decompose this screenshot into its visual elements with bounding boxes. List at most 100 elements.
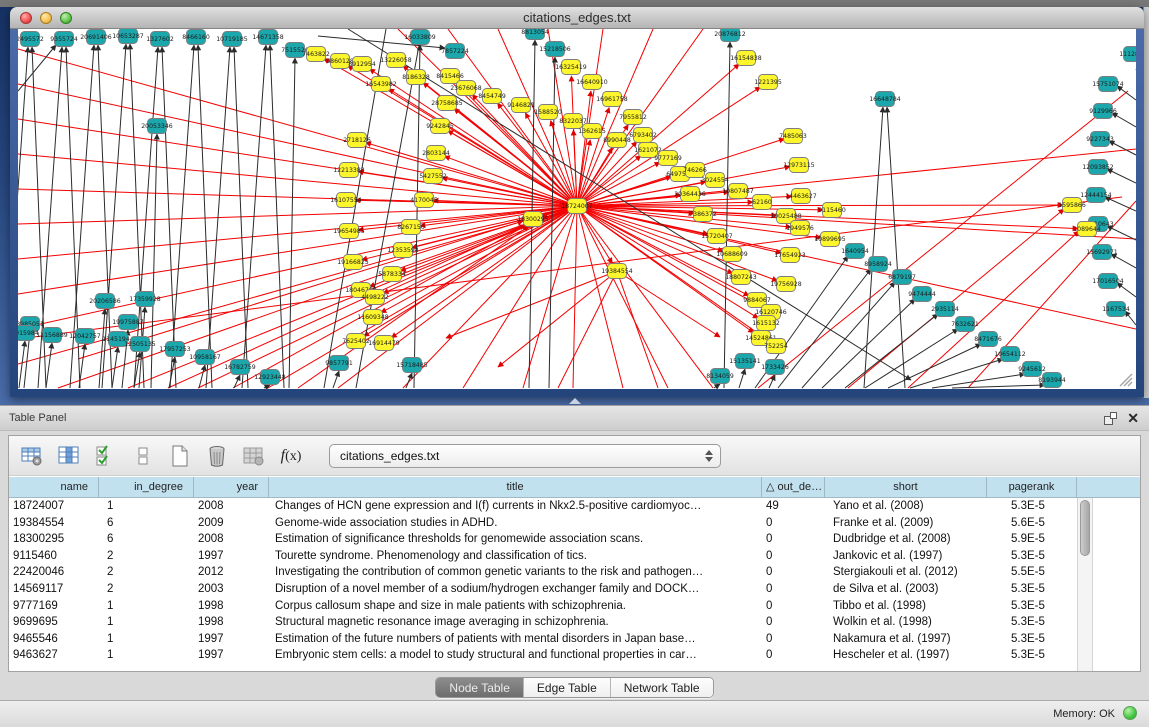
table-cell[interactable]: 5.5E-5 bbox=[987, 564, 1077, 581]
graph-node[interactable] bbox=[96, 294, 115, 309]
graph-node[interactable] bbox=[187, 30, 206, 45]
table-cell[interactable]: 0 bbox=[762, 631, 825, 648]
table-cell[interactable]: 1998 bbox=[194, 614, 269, 631]
table-cell[interactable]: Embryonic stem cells: a model to study s… bbox=[269, 647, 762, 664]
table-row[interactable]: 946362711997Embryonic stem cells: a mode… bbox=[9, 647, 1140, 664]
graph-node[interactable] bbox=[166, 342, 185, 357]
graph-node[interactable] bbox=[286, 43, 305, 58]
table-cell[interactable]: Jankovic et al. (1997) bbox=[825, 548, 987, 565]
graph-node[interactable] bbox=[109, 332, 128, 347]
graph-node[interactable] bbox=[564, 114, 583, 129]
column-header-outde[interactable]: △ out_de… bbox=[762, 477, 825, 497]
graph-node[interactable] bbox=[792, 189, 811, 204]
table-cell[interactable]: 5.6E-5 bbox=[987, 515, 1077, 532]
table-cell[interactable]: 9699695 bbox=[9, 614, 99, 631]
graph-node[interactable] bbox=[659, 151, 678, 166]
table-cell[interactable]: 5.3E-5 bbox=[987, 598, 1077, 615]
table-cell[interactable]: 9465546 bbox=[9, 631, 99, 648]
graph-node[interactable] bbox=[43, 328, 62, 343]
table-row[interactable]: 1456911722003Disruption of a novel membe… bbox=[9, 581, 1140, 598]
tab-edge-table[interactable]: Edge Table bbox=[523, 678, 610, 697]
graph-node[interactable] bbox=[259, 30, 278, 45]
graph-node[interactable] bbox=[407, 70, 426, 85]
graph-node[interactable] bbox=[781, 248, 800, 263]
graph-node[interactable] bbox=[483, 89, 502, 104]
table-cell[interactable]: 0 bbox=[762, 647, 825, 664]
table-cell[interactable]: 5.3E-5 bbox=[987, 548, 1077, 565]
table-cell[interactable]: 1997 bbox=[194, 647, 269, 664]
graph-node[interactable] bbox=[427, 146, 446, 161]
graph-node[interactable] bbox=[753, 195, 772, 210]
table-cell[interactable]: Yano et al. (2008) bbox=[825, 498, 987, 515]
graph-node[interactable] bbox=[87, 30, 106, 45]
network-canvas[interactable]: 2495572935572420691406106532871327602846… bbox=[18, 29, 1136, 389]
network-graph[interactable]: 2495572935572420691406106532871327602846… bbox=[18, 29, 1136, 389]
table-cell[interactable]: 6 bbox=[99, 531, 194, 548]
table-cell[interactable]: Wolkin et al. (1998) bbox=[825, 614, 987, 631]
table-cell[interactable]: 22420046 bbox=[9, 564, 99, 581]
graph-node[interactable] bbox=[446, 44, 465, 59]
graph-node[interactable] bbox=[711, 369, 730, 384]
graph-node[interactable] bbox=[893, 270, 912, 285]
graph-node[interactable] bbox=[1099, 77, 1118, 92]
graph-node[interactable] bbox=[736, 354, 755, 369]
graph-node[interactable] bbox=[823, 203, 842, 218]
table-cell[interactable]: 0 bbox=[762, 515, 825, 532]
graph-node[interactable] bbox=[791, 221, 810, 236]
graph-node[interactable] bbox=[151, 32, 170, 47]
function-builder-icon[interactable]: f(x) bbox=[278, 443, 304, 469]
graph-node[interactable] bbox=[148, 119, 167, 134]
table-cell[interactable]: 2 bbox=[99, 581, 194, 598]
graph-node[interactable] bbox=[340, 163, 359, 178]
table-cell[interactable]: de Silva et al. (2003) bbox=[825, 581, 987, 598]
graph-node[interactable] bbox=[307, 47, 326, 62]
graph-node[interactable] bbox=[1099, 274, 1118, 289]
graph-node[interactable] bbox=[737, 51, 756, 66]
graph-node[interactable] bbox=[344, 255, 363, 270]
table-cell[interactable]: Corpus callosum shape and size in male p… bbox=[269, 598, 762, 615]
graph-node[interactable] bbox=[1043, 373, 1062, 388]
graph-node[interactable] bbox=[383, 267, 402, 282]
column-header-short[interactable]: short bbox=[825, 477, 987, 497]
graph-node[interactable] bbox=[766, 360, 785, 375]
graph-node[interactable] bbox=[526, 29, 545, 40]
graph-node[interactable] bbox=[402, 220, 421, 235]
column-header-year[interactable]: year bbox=[194, 477, 269, 497]
graph-node[interactable] bbox=[119, 315, 138, 330]
table-cell[interactable]: 18300295 bbox=[9, 531, 99, 548]
table-cell[interactable]: 0 bbox=[762, 581, 825, 598]
graph-node[interactable] bbox=[18, 326, 35, 341]
table-cell[interactable]: Nakamura et al. (1997) bbox=[825, 631, 987, 648]
graph-node[interactable] bbox=[846, 244, 865, 259]
table-cell[interactable]: Disruption of a novel member of a sodium… bbox=[269, 581, 762, 598]
table-cell[interactable]: 5.3E-5 bbox=[987, 581, 1077, 598]
table-cell[interactable]: 6 bbox=[99, 515, 194, 532]
graph-node[interactable] bbox=[1078, 222, 1097, 237]
scrollbar-thumb[interactable] bbox=[1080, 500, 1090, 556]
table-cell[interactable]: Hescheler et al. (1997) bbox=[825, 647, 987, 664]
table-cell[interactable]: Estimation of significance thresholds fo… bbox=[269, 531, 762, 548]
memory-ok-indicator-icon[interactable] bbox=[1123, 706, 1137, 720]
table-cell[interactable]: 1 bbox=[99, 614, 194, 631]
graph-node[interactable] bbox=[223, 32, 242, 47]
table-cell[interactable]: 1 bbox=[99, 647, 194, 664]
table-cell[interactable]: 9115460 bbox=[9, 548, 99, 565]
graph-node[interactable] bbox=[956, 317, 975, 332]
table-cell[interactable]: 0 bbox=[762, 531, 825, 548]
graph-node[interactable] bbox=[603, 92, 622, 107]
table-row[interactable]: 946554611997Estimation of the future num… bbox=[9, 631, 1140, 648]
graph-node[interactable] bbox=[1124, 47, 1137, 62]
table-cell[interactable]: 19384554 bbox=[9, 515, 99, 532]
graph-node[interactable] bbox=[457, 81, 476, 96]
table-row[interactable]: 969969511998Structural magnetic resonanc… bbox=[9, 614, 1140, 631]
graph-node[interactable] bbox=[415, 193, 434, 208]
graph-node[interactable] bbox=[431, 119, 450, 134]
graph-node[interactable] bbox=[438, 96, 457, 111]
graph-node[interactable] bbox=[231, 360, 250, 375]
graph-node[interactable] bbox=[821, 232, 840, 247]
splitter-grip[interactable] bbox=[569, 398, 581, 404]
table-cell[interactable]: Estimation of the future numbers of pati… bbox=[269, 631, 762, 648]
table-cell[interactable]: Changes of HCN gene expression and I(f) … bbox=[269, 498, 762, 515]
graph-node[interactable] bbox=[330, 356, 349, 371]
table-cell[interactable]: 2012 bbox=[194, 564, 269, 581]
